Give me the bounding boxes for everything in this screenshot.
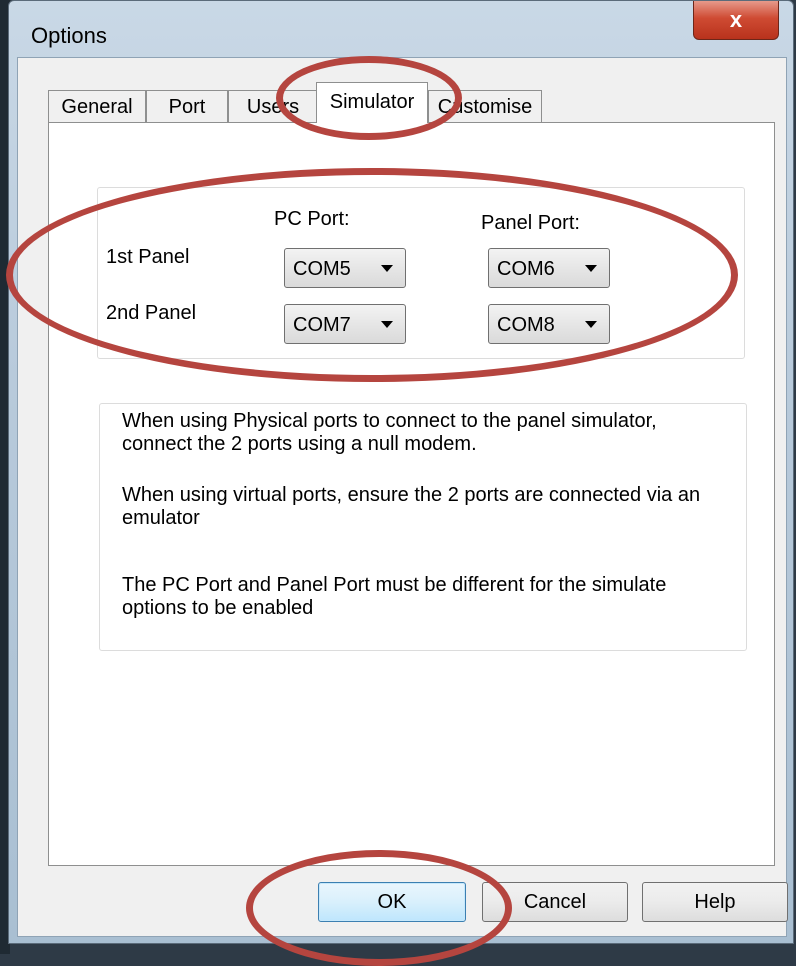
simulator-info-box: When using Physical ports to connect to …	[99, 403, 747, 651]
close-icon: x	[729, 7, 743, 32]
first-panel-pc-port-select[interactable]: COM5	[284, 248, 406, 288]
dropdown-arrow-icon	[381, 321, 393, 328]
cancel-button[interactable]: Cancel	[482, 882, 628, 922]
combo-value: COM5	[293, 258, 351, 280]
combo-value: COM6	[497, 258, 555, 280]
dialog-client-area: General Port Users Simulator Customise P…	[17, 57, 788, 937]
options-dialog: Options x General Port Users Simulator C…	[8, 0, 794, 944]
dropdown-arrow-icon	[381, 265, 393, 272]
tab-simulator[interactable]: Simulator	[316, 82, 428, 123]
combo-value: COM8	[497, 314, 555, 336]
panel-port-header: Panel Port:	[481, 212, 580, 234]
info-virtual-ports: When using virtual ports, ensure the 2 p…	[122, 484, 701, 529]
first-panel-label: 1st Panel	[106, 246, 190, 268]
tab-customise[interactable]: Customise	[428, 90, 542, 122]
ok-button[interactable]: OK	[318, 882, 466, 922]
window-title: Options	[31, 23, 107, 48]
tab-users[interactable]: Users	[228, 90, 318, 122]
second-panel-pc-port-select[interactable]: COM7	[284, 304, 406, 344]
tab-general[interactable]: General	[48, 90, 146, 122]
second-panel-label: 2nd Panel	[106, 302, 197, 324]
second-panel-panel-port-select[interactable]: COM8	[488, 304, 610, 344]
simulator-tab-page: PC Port: Panel Port: 1st Panel COM5 COM6…	[48, 122, 775, 866]
combo-value: COM7	[293, 314, 351, 336]
tab-port[interactable]: Port	[146, 90, 228, 122]
pc-port-header: PC Port:	[274, 208, 350, 230]
info-different-ports: The PC Port and Panel Port must be diffe…	[122, 574, 667, 619]
port-settings-group: PC Port: Panel Port: 1st Panel COM5 COM6…	[97, 187, 745, 359]
dropdown-arrow-icon	[585, 321, 597, 328]
first-panel-panel-port-select[interactable]: COM6	[488, 248, 610, 288]
dropdown-arrow-icon	[585, 265, 597, 272]
close-button[interactable]: x	[693, 1, 779, 40]
help-button[interactable]: Help	[642, 882, 788, 922]
info-physical-ports: When using Physical ports to connect to …	[122, 410, 657, 455]
